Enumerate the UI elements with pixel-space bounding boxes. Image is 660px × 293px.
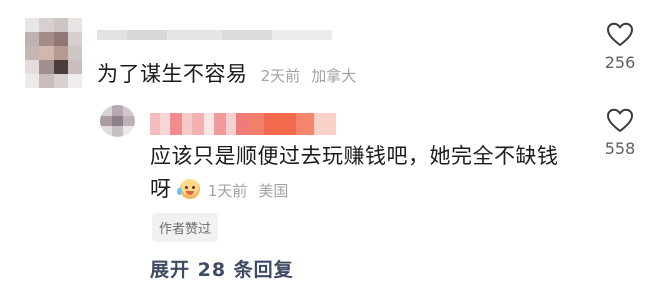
heart-outline-icon <box>607 108 633 132</box>
avatar[interactable] <box>25 18 82 88</box>
like-count: 256 <box>604 53 636 72</box>
comment-body: 为了谋生不容易 2天前 加拿大 <box>97 58 356 88</box>
reply-time: 1天前 <box>207 182 248 200</box>
reply-location: 美国 <box>258 182 289 200</box>
heart-outline-icon <box>607 22 633 46</box>
reply-avatar[interactable] <box>100 105 135 137</box>
reply-text-continued: 呀 <box>150 177 172 201</box>
expand-replies-button[interactable]: 展开 28 条回复 <box>150 255 294 282</box>
author-liked-badge: 作者赞过 <box>152 213 219 242</box>
reply-body-line1: 应该只是顺便过去玩赚钱吧，她完全不缺钱 <box>150 140 559 170</box>
username-redacted[interactable] <box>97 30 332 40</box>
reply-username-redacted[interactable] <box>150 113 346 135</box>
comment-text: 为了谋生不容易 <box>97 62 248 86</box>
reply-text: 应该只是顺便过去玩赚钱吧，她完全不缺钱 <box>150 144 559 168</box>
comment-time: 2天前 <box>260 67 301 85</box>
crying-laugh-emoji <box>176 179 200 199</box>
reply-like-button[interactable]: 558 <box>590 108 650 158</box>
reply-body-line2: 呀 1天前 美国 <box>150 173 288 203</box>
like-button[interactable]: 256 <box>590 22 650 72</box>
reply-like-count: 558 <box>604 139 636 158</box>
comment-location: 加拿大 <box>311 67 357 85</box>
